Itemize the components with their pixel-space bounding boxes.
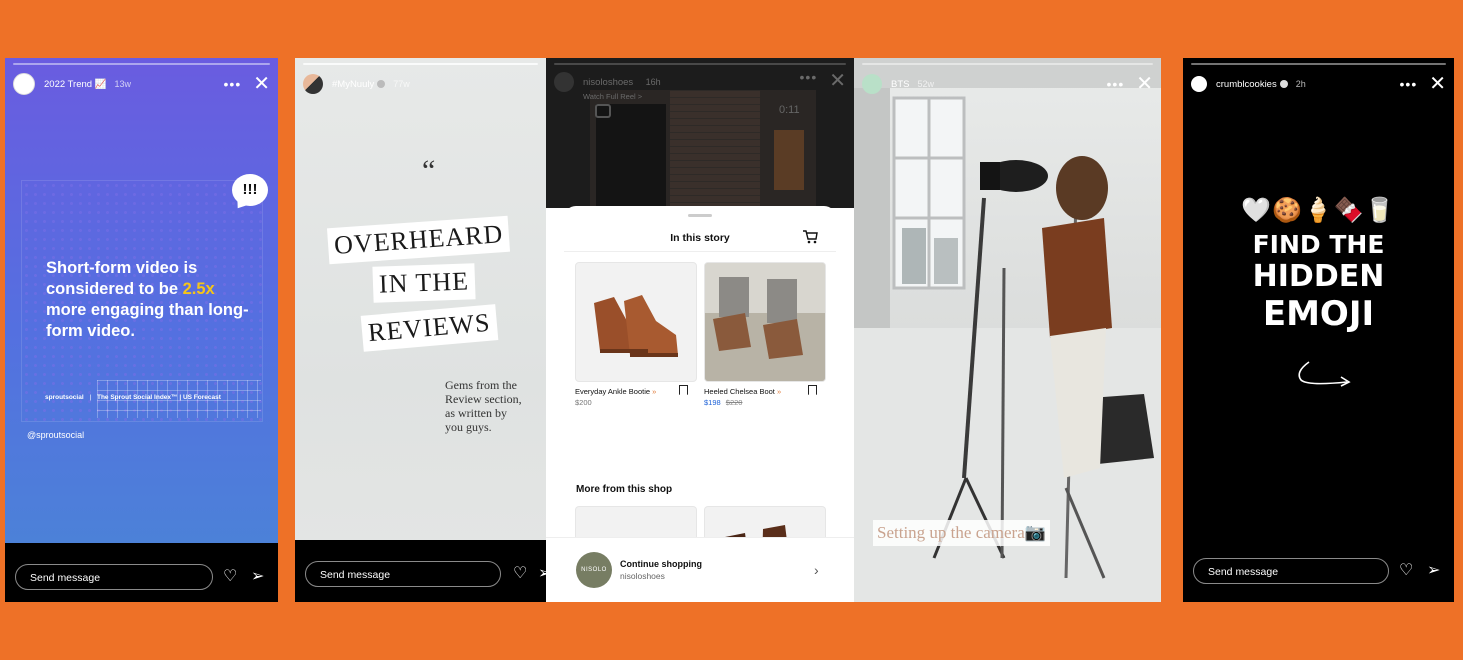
close-icon[interactable]: ✕ xyxy=(1429,74,1446,94)
avatar[interactable] xyxy=(303,74,323,94)
heart-icon[interactable]: ♡ xyxy=(1399,563,1413,579)
reel-icon xyxy=(595,104,611,118)
handle-text: @sproutsocial xyxy=(27,430,85,440)
avatar[interactable] xyxy=(13,73,35,95)
exclamation-bubble-icon: !!! xyxy=(232,174,268,212)
product-sale-price: $198 xyxy=(704,398,721,407)
title-line-2: IN THE xyxy=(372,263,476,303)
chevron-right-icon[interactable]: › xyxy=(814,562,819,578)
product-price: $200 xyxy=(575,398,592,407)
product-name: Everyday Ankle Bootie xyxy=(575,387,651,396)
message-bar: Send message ♡ ➢ xyxy=(5,543,278,602)
sheet-title: In this story xyxy=(670,232,730,244)
avatar[interactable] xyxy=(862,74,882,94)
share-icon[interactable]: ➢ xyxy=(538,566,546,582)
story-panel-bts[interactable]: BTS 52w ••• ✕ Setting up the camera📷 xyxy=(854,58,1161,602)
headline: FIND THE HIDDEN EMOJI xyxy=(1252,230,1385,334)
headline: Short-form video is considered to be 2.5… xyxy=(46,259,249,340)
product-image xyxy=(704,262,826,382)
avatar[interactable] xyxy=(554,72,574,92)
username[interactable]: crumblcookies xyxy=(1216,79,1277,90)
heart-icon[interactable]: ♡ xyxy=(223,569,237,585)
send-message-input[interactable]: Send message xyxy=(305,561,501,587)
product-card[interactable]: Heeled Chelsea Boot » $198 $220 xyxy=(704,262,826,407)
close-icon[interactable]: ✕ xyxy=(829,71,846,91)
verified-icon xyxy=(377,80,386,88)
product-image xyxy=(575,262,697,382)
product-name: Heeled Chelsea Boot xyxy=(704,387,775,396)
close-icon[interactable]: ✕ xyxy=(1136,74,1153,94)
product-card[interactable]: Everyday Ankle Bootie » $200 xyxy=(575,262,697,407)
story-progress-bar xyxy=(13,63,270,65)
share-icon[interactable]: ➢ xyxy=(1427,563,1440,579)
story-progress-bar xyxy=(303,63,538,65)
story-progress-bar xyxy=(1191,63,1446,65)
verified-icon xyxy=(1279,80,1288,88)
continue-shopping-bar[interactable]: NISOLO Continue shopping nisoloshoes › xyxy=(546,537,854,602)
username[interactable]: 2022 Trend 📈 xyxy=(44,79,107,90)
story-panel-crumbl[interactable]: crumblcookies 2h ••• ✕ 🤍🍪🍦🍫🥛 FIND THE HI… xyxy=(1183,58,1454,602)
story-progress-bar xyxy=(862,63,1153,65)
subtitle: Gems from the Review section, as written… xyxy=(445,378,522,434)
timestamp: 13w xyxy=(114,79,132,89)
username[interactable]: BTS xyxy=(891,79,909,90)
product-original-price: $220 xyxy=(725,398,743,407)
username[interactable]: nisoloshoes xyxy=(583,77,633,88)
story-progress-bar xyxy=(554,63,846,65)
story-header: crumblcookies 2h ••• ✕ xyxy=(1191,72,1446,96)
message-bar: Send message ♡ ➢ xyxy=(295,540,546,602)
story-header: BTS 52w ••• ✕ xyxy=(862,72,1153,96)
drag-handle[interactable] xyxy=(688,214,712,217)
continue-shopping-shop: nisoloshoes xyxy=(620,571,665,581)
title-line-1: OVERHEARD xyxy=(326,215,511,265)
message-bar: Send message ♡ ➢ xyxy=(1183,544,1454,602)
send-message-input[interactable]: Send message xyxy=(1193,558,1389,584)
source-line: sproutsocial | The Sprout Social Index™ … xyxy=(45,394,221,401)
emoji-row: 🤍🍪🍦🍫🥛 xyxy=(1241,197,1396,224)
timestamp: 52w xyxy=(917,79,934,89)
more-from-shop-title: More from this shop xyxy=(576,484,673,495)
timestamp: 2h xyxy=(1295,79,1306,89)
timestamp: 77w xyxy=(393,79,410,89)
avatar[interactable] xyxy=(1191,76,1207,92)
more-options-icon[interactable]: ••• xyxy=(1400,77,1418,91)
more-options-icon[interactable]: ••• xyxy=(800,70,818,84)
continue-shopping-title: Continue shopping xyxy=(620,559,702,569)
close-icon[interactable]: ✕ xyxy=(253,74,270,94)
title-line-3: REVIEWS xyxy=(360,304,498,352)
story-panel-sproutsocial[interactable]: 2022 Trend 📈 13w ••• ✕ !!! Short-form vi… xyxy=(5,58,278,602)
more-options-icon[interactable]: ••• xyxy=(1107,77,1125,91)
timestamp: 16h xyxy=(645,77,661,87)
story-panel-nuuly[interactable]: #MyNuuly 77w “ OVERHEARD IN THE REVIEWS … xyxy=(295,58,546,602)
brand-logo-text: sproutsocial xyxy=(45,394,84,401)
heart-icon[interactable]: ♡ xyxy=(513,566,527,582)
send-message-input[interactable]: Send message xyxy=(15,564,213,590)
quote-mark: “ xyxy=(422,154,436,187)
story-panel-nisolo[interactable]: nisoloshoes 16h Watch Full Reel > ••• ✕ … xyxy=(546,58,854,602)
video-duration: 0:11 xyxy=(779,104,800,116)
story-header: nisoloshoes 16h Watch Full Reel > ••• ✕ xyxy=(554,70,846,102)
caption-sticker: Setting up the camera📷 xyxy=(873,520,1050,546)
cart-icon[interactable] xyxy=(802,230,818,249)
story-header: #MyNuuly 77w xyxy=(303,72,538,96)
shop-logo: NISOLO xyxy=(576,552,612,588)
story-header: 2022 Trend 📈 13w ••• ✕ xyxy=(13,72,270,96)
curved-arrow-icon xyxy=(1293,358,1353,395)
more-options-icon[interactable]: ••• xyxy=(224,77,242,91)
watch-full-reel-link[interactable]: Watch Full Reel > xyxy=(583,92,661,101)
username[interactable]: #MyNuuly xyxy=(332,79,374,90)
share-icon[interactable]: ➢ xyxy=(251,569,264,585)
